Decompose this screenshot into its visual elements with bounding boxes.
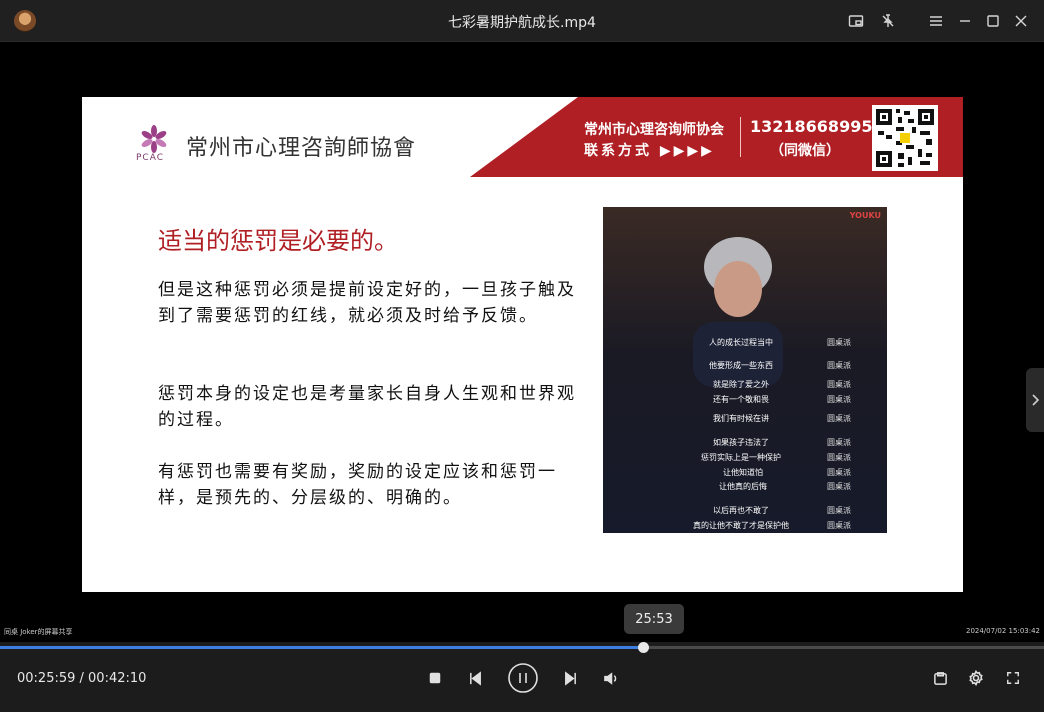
minimize-icon[interactable] bbox=[953, 9, 977, 33]
previous-button[interactable] bbox=[466, 669, 484, 687]
pin-icon[interactable] bbox=[876, 9, 900, 33]
contact-banner: 常州市心理咨询师协会 联系方式 ▶▶▶▶ 13218668995 （同微信） bbox=[470, 97, 963, 177]
maximize-icon[interactable] bbox=[981, 9, 1005, 33]
slide-heading: 适当的惩罚是必要的。 bbox=[158, 227, 398, 255]
volume-icon bbox=[603, 671, 616, 685]
player-controls: 00:25:59 / 00:42:10 bbox=[0, 642, 1044, 712]
chevron-right-icon bbox=[1032, 394, 1040, 406]
slide-paragraph-2: 惩罚本身的设定也是考量家长自身人生观和世界观的过程。 bbox=[158, 384, 576, 430]
next-button[interactable] bbox=[561, 669, 579, 687]
seek-bar[interactable] bbox=[0, 642, 1044, 653]
screen-share-label: 同桌 Joker的屏幕共享 bbox=[4, 628, 73, 636]
banner-phone: 13218668995 bbox=[750, 117, 873, 136]
embedded-video-frame: YOUKU 人的成长过程当中 圆桌派 他要形成一些东西 圆桌派 就是除了爱之外 圆桌派… bbox=[603, 207, 887, 533]
skip-previous-icon bbox=[469, 670, 481, 686]
gear-icon bbox=[969, 670, 983, 686]
picture-in-picture-icon[interactable] bbox=[844, 9, 868, 33]
close-icon[interactable] bbox=[1009, 9, 1033, 33]
volume-button[interactable] bbox=[601, 669, 621, 687]
banner-org: 常州市心理咨询师协会 bbox=[584, 122, 724, 138]
presentation-slide: PCAC 常州市心理咨詢師協會 常州市心理咨询师协会 联系方式 ▶▶▶▶ 132… bbox=[82, 97, 963, 592]
clipboard-icon bbox=[933, 671, 947, 685]
seek-bar-played bbox=[0, 646, 644, 649]
banner-divider bbox=[740, 117, 741, 157]
settings-button[interactable] bbox=[967, 669, 985, 687]
pause-button[interactable] bbox=[507, 662, 539, 694]
banner-contact-label: 联系方式 ▶▶▶▶ bbox=[584, 143, 715, 159]
slide-paragraph-3: 有惩罚也需要有奖励，奖励的设定应该和惩罚一样，是预先的、分层级的、明确的。 bbox=[158, 462, 557, 508]
fullscreen-button[interactable] bbox=[1004, 669, 1022, 687]
org-name: 常州市心理咨詢師協會 bbox=[186, 136, 417, 161]
playlist-button[interactable] bbox=[931, 669, 949, 687]
recording-timestamp: 2024/07/02 15:03:42 bbox=[965, 627, 1040, 635]
skip-next-icon bbox=[564, 670, 576, 686]
seek-time-tooltip: 25:53 bbox=[624, 604, 684, 634]
logo-text: PCAC bbox=[136, 153, 164, 163]
banner-wechat: （同微信） bbox=[770, 143, 840, 159]
slide-header: PCAC 常州市心理咨詢師協會 常州市心理咨询师协会 联系方式 ▶▶▶▶ 132… bbox=[82, 97, 963, 177]
time-display: 00:25:59 / 00:42:10 bbox=[17, 671, 147, 686]
seek-handle[interactable] bbox=[638, 642, 650, 653]
next-panel-button[interactable] bbox=[1026, 368, 1044, 432]
pause-icon bbox=[508, 663, 538, 693]
youku-watermark: YOUKU bbox=[849, 211, 881, 220]
menu-icon[interactable] bbox=[924, 9, 948, 33]
video-stage[interactable]: PCAC 常州市心理咨詢師協會 常州市心理咨询师协会 联系方式 ▶▶▶▶ 132… bbox=[0, 42, 1044, 642]
stop-icon bbox=[429, 672, 441, 684]
stop-button[interactable] bbox=[426, 669, 444, 687]
title-bar: 七彩暑期护航成长.mp4 bbox=[0, 0, 1044, 42]
qr-code-icon bbox=[872, 105, 938, 171]
fullscreen-icon bbox=[1007, 672, 1019, 684]
slide-paragraph-1: 但是这种惩罚必须是提前设定好的，一旦孩子触及到了需要惩罚的红线，就必须及时给予反… bbox=[158, 280, 576, 326]
